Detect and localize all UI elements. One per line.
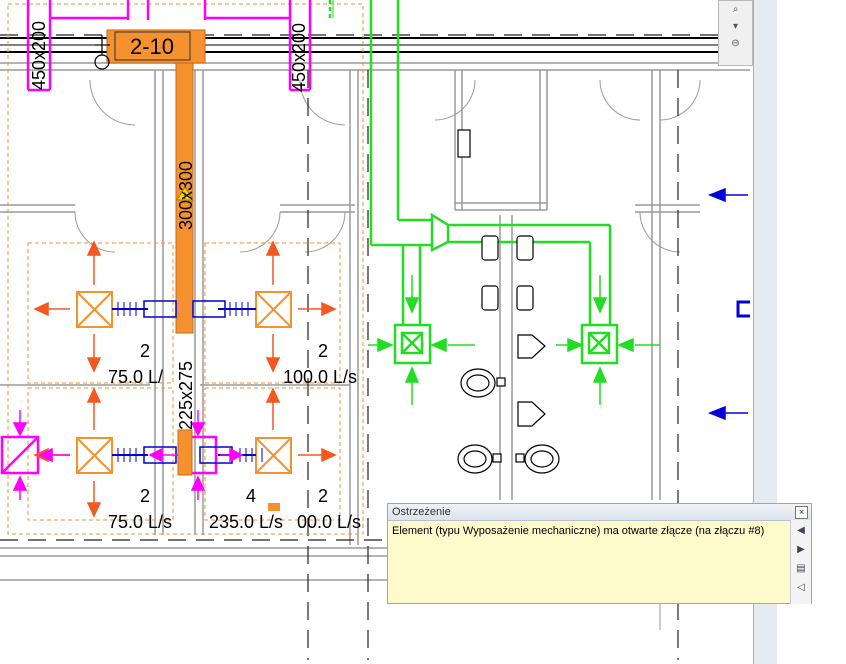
warning-panel[interactable]: Ostrzeżenie × Element (typu Wyposażenie … [387,503,812,604]
duct-size-lower: 225x275 [176,361,196,430]
terminal-flow: 75.0 L/s [108,512,172,532]
terminal-count: 2 [140,341,150,361]
terminal-count: 2 [318,486,328,506]
terminal-flow: 235.0 L/s [209,512,283,532]
chevron-icon[interactable]: ▾ [726,21,746,35]
zoom-icon[interactable]: ⌕ [726,4,746,18]
next-icon[interactable]: ▶ [794,543,808,557]
terminal-flow: 75.0 L/ [108,367,163,387]
warning-title: Ostrzeżenie [392,506,451,518]
settings-icon[interactable]: ⊖ [726,38,746,52]
close-icon[interactable]: × [795,506,808,519]
duct-size-trunk: 300x300 [176,161,196,230]
previous-icon[interactable]: ◀ [794,524,808,538]
warning-message: Element (typu Wyposażenie mechaniczne) m… [392,525,765,537]
terminal-count: 2 [318,341,328,361]
duct-size-left: 450x200 [29,21,49,90]
annotation-arrows [707,187,750,421]
terminal-count: 4 [246,486,256,506]
plumbing-fixtures [457,129,560,474]
terminal-flow: 00.0 L/s [297,512,361,532]
warning-title-bar[interactable]: Ostrzeżenie × [388,504,811,521]
terminal-count: 2 [140,486,150,506]
terminal-flow: 100.0 L/s [283,367,357,387]
exhaust-ducts [328,0,619,365]
duct-size-right: 450x200 [289,23,309,92]
navigation-bar[interactable]: ⌕ ▾ ⊖ [718,0,753,66]
warning-actions: ◀ ▶ ▤ ◁ [790,520,811,604]
supply-ducts [106,29,280,511]
room-tag-label: 2-10 [130,34,174,59]
speaker-icon[interactable]: ◁ [794,581,808,595]
show-icon[interactable]: ▤ [794,562,808,576]
